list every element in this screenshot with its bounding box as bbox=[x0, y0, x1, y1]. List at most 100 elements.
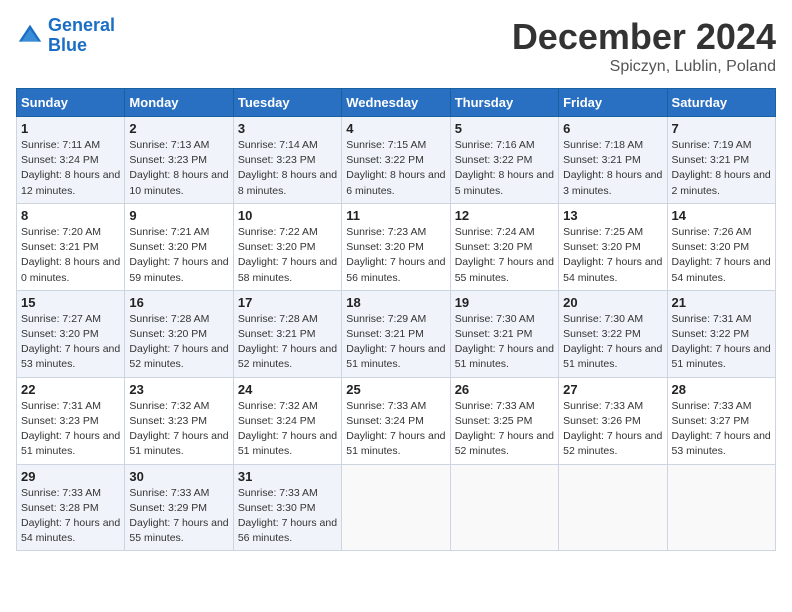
calendar-cell: 26 Sunrise: 7:33 AM Sunset: 3:25 PM Dayl… bbox=[450, 377, 558, 464]
page-header: General Blue December 2024 Spiczyn, Lubl… bbox=[16, 16, 776, 76]
day-number: 30 bbox=[129, 469, 228, 484]
calendar-cell: 17 Sunrise: 7:28 AM Sunset: 3:21 PM Dayl… bbox=[233, 290, 341, 377]
day-info: Sunrise: 7:29 AM Sunset: 3:21 PM Dayligh… bbox=[346, 312, 445, 373]
calendar-cell: 4 Sunrise: 7:15 AM Sunset: 3:22 PM Dayli… bbox=[342, 117, 450, 204]
day-info: Sunrise: 7:33 AM Sunset: 3:28 PM Dayligh… bbox=[21, 486, 120, 547]
location-subtitle: Spiczyn, Lublin, Poland bbox=[512, 58, 776, 76]
day-number: 7 bbox=[672, 121, 771, 136]
calendar-cell: 3 Sunrise: 7:14 AM Sunset: 3:23 PM Dayli… bbox=[233, 117, 341, 204]
day-number: 23 bbox=[129, 382, 228, 397]
day-number: 2 bbox=[129, 121, 228, 136]
day-info: Sunrise: 7:32 AM Sunset: 3:23 PM Dayligh… bbox=[129, 399, 228, 460]
day-info: Sunrise: 7:14 AM Sunset: 3:23 PM Dayligh… bbox=[238, 138, 337, 199]
day-info: Sunrise: 7:33 AM Sunset: 3:27 PM Dayligh… bbox=[672, 399, 771, 460]
calendar-cell: 21 Sunrise: 7:31 AM Sunset: 3:22 PM Dayl… bbox=[667, 290, 775, 377]
logo-icon bbox=[16, 22, 44, 50]
calendar-cell: 18 Sunrise: 7:29 AM Sunset: 3:21 PM Dayl… bbox=[342, 290, 450, 377]
calendar-week-row: 22 Sunrise: 7:31 AM Sunset: 3:23 PM Dayl… bbox=[17, 377, 776, 464]
day-number: 29 bbox=[21, 469, 120, 484]
calendar-cell: 12 Sunrise: 7:24 AM Sunset: 3:20 PM Dayl… bbox=[450, 203, 558, 290]
logo-text: General Blue bbox=[48, 16, 115, 56]
day-info: Sunrise: 7:33 AM Sunset: 3:29 PM Dayligh… bbox=[129, 486, 228, 547]
weekday-header: Saturday bbox=[667, 89, 775, 117]
day-number: 19 bbox=[455, 295, 554, 310]
day-info: Sunrise: 7:25 AM Sunset: 3:20 PM Dayligh… bbox=[563, 225, 662, 286]
day-info: Sunrise: 7:21 AM Sunset: 3:20 PM Dayligh… bbox=[129, 225, 228, 286]
day-number: 17 bbox=[238, 295, 337, 310]
weekday-header: Wednesday bbox=[342, 89, 450, 117]
calendar-cell: 19 Sunrise: 7:30 AM Sunset: 3:21 PM Dayl… bbox=[450, 290, 558, 377]
day-number: 18 bbox=[346, 295, 445, 310]
day-number: 9 bbox=[129, 208, 228, 223]
calendar-cell bbox=[559, 464, 667, 551]
day-number: 26 bbox=[455, 382, 554, 397]
day-number: 10 bbox=[238, 208, 337, 223]
day-number: 16 bbox=[129, 295, 228, 310]
day-number: 11 bbox=[346, 208, 445, 223]
calendar-cell: 23 Sunrise: 7:32 AM Sunset: 3:23 PM Dayl… bbox=[125, 377, 233, 464]
weekday-header: Tuesday bbox=[233, 89, 341, 117]
calendar-cell bbox=[450, 464, 558, 551]
day-info: Sunrise: 7:33 AM Sunset: 3:25 PM Dayligh… bbox=[455, 399, 554, 460]
day-number: 3 bbox=[238, 121, 337, 136]
day-info: Sunrise: 7:31 AM Sunset: 3:22 PM Dayligh… bbox=[672, 312, 771, 373]
day-info: Sunrise: 7:26 AM Sunset: 3:20 PM Dayligh… bbox=[672, 225, 771, 286]
day-number: 27 bbox=[563, 382, 662, 397]
day-info: Sunrise: 7:30 AM Sunset: 3:21 PM Dayligh… bbox=[455, 312, 554, 373]
calendar-cell: 29 Sunrise: 7:33 AM Sunset: 3:28 PM Dayl… bbox=[17, 464, 125, 551]
calendar-cell: 13 Sunrise: 7:25 AM Sunset: 3:20 PM Dayl… bbox=[559, 203, 667, 290]
day-info: Sunrise: 7:22 AM Sunset: 3:20 PM Dayligh… bbox=[238, 225, 337, 286]
day-info: Sunrise: 7:19 AM Sunset: 3:21 PM Dayligh… bbox=[672, 138, 771, 199]
day-number: 22 bbox=[21, 382, 120, 397]
day-info: Sunrise: 7:28 AM Sunset: 3:21 PM Dayligh… bbox=[238, 312, 337, 373]
day-number: 15 bbox=[21, 295, 120, 310]
calendar-cell: 30 Sunrise: 7:33 AM Sunset: 3:29 PM Dayl… bbox=[125, 464, 233, 551]
calendar-week-row: 15 Sunrise: 7:27 AM Sunset: 3:20 PM Dayl… bbox=[17, 290, 776, 377]
weekday-header: Thursday bbox=[450, 89, 558, 117]
calendar-cell: 8 Sunrise: 7:20 AM Sunset: 3:21 PM Dayli… bbox=[17, 203, 125, 290]
weekday-header: Friday bbox=[559, 89, 667, 117]
calendar-cell: 7 Sunrise: 7:19 AM Sunset: 3:21 PM Dayli… bbox=[667, 117, 775, 204]
calendar-week-row: 29 Sunrise: 7:33 AM Sunset: 3:28 PM Dayl… bbox=[17, 464, 776, 551]
calendar-cell bbox=[342, 464, 450, 551]
weekday-header: Monday bbox=[125, 89, 233, 117]
calendar-cell: 10 Sunrise: 7:22 AM Sunset: 3:20 PM Dayl… bbox=[233, 203, 341, 290]
calendar-cell: 2 Sunrise: 7:13 AM Sunset: 3:23 PM Dayli… bbox=[125, 117, 233, 204]
day-number: 6 bbox=[563, 121, 662, 136]
calendar-cell: 15 Sunrise: 7:27 AM Sunset: 3:20 PM Dayl… bbox=[17, 290, 125, 377]
day-number: 25 bbox=[346, 382, 445, 397]
day-number: 31 bbox=[238, 469, 337, 484]
day-info: Sunrise: 7:13 AM Sunset: 3:23 PM Dayligh… bbox=[129, 138, 228, 199]
calendar-cell: 16 Sunrise: 7:28 AM Sunset: 3:20 PM Dayl… bbox=[125, 290, 233, 377]
day-info: Sunrise: 7:15 AM Sunset: 3:22 PM Dayligh… bbox=[346, 138, 445, 199]
logo: General Blue bbox=[16, 16, 115, 56]
calendar-cell: 9 Sunrise: 7:21 AM Sunset: 3:20 PM Dayli… bbox=[125, 203, 233, 290]
day-info: Sunrise: 7:20 AM Sunset: 3:21 PM Dayligh… bbox=[21, 225, 120, 286]
calendar-cell: 5 Sunrise: 7:16 AM Sunset: 3:22 PM Dayli… bbox=[450, 117, 558, 204]
calendar-cell: 22 Sunrise: 7:31 AM Sunset: 3:23 PM Dayl… bbox=[17, 377, 125, 464]
calendar-cell: 6 Sunrise: 7:18 AM Sunset: 3:21 PM Dayli… bbox=[559, 117, 667, 204]
day-info: Sunrise: 7:33 AM Sunset: 3:30 PM Dayligh… bbox=[238, 486, 337, 547]
title-block: December 2024 Spiczyn, Lublin, Poland bbox=[512, 16, 776, 76]
day-number: 28 bbox=[672, 382, 771, 397]
day-number: 14 bbox=[672, 208, 771, 223]
calendar-cell: 20 Sunrise: 7:30 AM Sunset: 3:22 PM Dayl… bbox=[559, 290, 667, 377]
weekday-header-row: SundayMondayTuesdayWednesdayThursdayFrid… bbox=[17, 89, 776, 117]
calendar-week-row: 8 Sunrise: 7:20 AM Sunset: 3:21 PM Dayli… bbox=[17, 203, 776, 290]
day-number: 8 bbox=[21, 208, 120, 223]
calendar-cell: 27 Sunrise: 7:33 AM Sunset: 3:26 PM Dayl… bbox=[559, 377, 667, 464]
calendar-cell: 1 Sunrise: 7:11 AM Sunset: 3:24 PM Dayli… bbox=[17, 117, 125, 204]
calendar-cell: 14 Sunrise: 7:26 AM Sunset: 3:20 PM Dayl… bbox=[667, 203, 775, 290]
day-number: 4 bbox=[346, 121, 445, 136]
day-info: Sunrise: 7:33 AM Sunset: 3:26 PM Dayligh… bbox=[563, 399, 662, 460]
day-info: Sunrise: 7:18 AM Sunset: 3:21 PM Dayligh… bbox=[563, 138, 662, 199]
day-info: Sunrise: 7:24 AM Sunset: 3:20 PM Dayligh… bbox=[455, 225, 554, 286]
calendar-cell: 28 Sunrise: 7:33 AM Sunset: 3:27 PM Dayl… bbox=[667, 377, 775, 464]
day-number: 24 bbox=[238, 382, 337, 397]
day-info: Sunrise: 7:23 AM Sunset: 3:20 PM Dayligh… bbox=[346, 225, 445, 286]
day-info: Sunrise: 7:31 AM Sunset: 3:23 PM Dayligh… bbox=[21, 399, 120, 460]
day-number: 13 bbox=[563, 208, 662, 223]
day-info: Sunrise: 7:27 AM Sunset: 3:20 PM Dayligh… bbox=[21, 312, 120, 373]
calendar-cell bbox=[667, 464, 775, 551]
calendar-cell: 11 Sunrise: 7:23 AM Sunset: 3:20 PM Dayl… bbox=[342, 203, 450, 290]
